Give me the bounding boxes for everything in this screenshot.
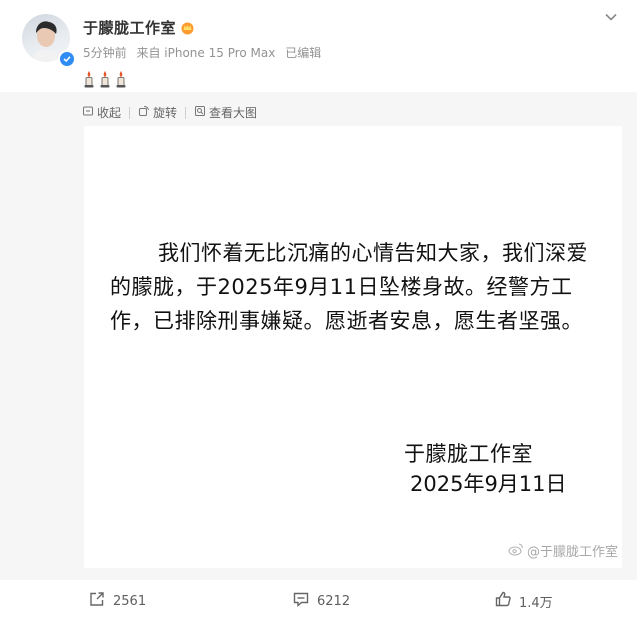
repost-button[interactable]: 2561 xyxy=(88,590,146,612)
statement-text: 我们怀着无比沉痛的心情告知大家，我们深爱的朦胧，于2025年9月11日坠楼身故。… xyxy=(110,241,588,333)
crown-badge-icon[interactable] xyxy=(180,20,195,35)
author-name[interactable]: 于朦胧工作室 xyxy=(83,17,176,38)
candle-emoji-icon xyxy=(82,70,96,92)
weibo-logo-icon xyxy=(508,542,524,560)
post-meta: 5分钟前 来自 iPhone 15 Pro Max 已编辑 xyxy=(83,44,327,61)
image-watermark: @于朦胧工作室 xyxy=(508,541,618,560)
watermark-text: @于朦胧工作室 xyxy=(526,545,618,560)
weibo-post-card: 于朦胧工作室 5分钟前 来自 iPhone 15 Pro Max 已编辑 收起 … xyxy=(0,0,637,618)
comment-button[interactable]: 6212 xyxy=(292,590,350,612)
post-source: 来自 iPhone 15 Pro Max xyxy=(136,46,276,60)
like-button[interactable]: 1.4万 xyxy=(494,590,553,612)
repost-count: 2561 xyxy=(113,593,147,609)
view-large-label: 查看大图 xyxy=(209,106,258,120)
post-content-emojis xyxy=(82,70,128,92)
author-row: 于朦胧工作室 xyxy=(83,17,195,38)
post-time[interactable]: 5分钟前 xyxy=(83,46,127,60)
thumbs-up-icon xyxy=(494,590,512,612)
image-toolbar: 收起 旋转 查看大图 xyxy=(82,104,257,121)
candle-emoji-icon xyxy=(98,70,112,92)
candle-emoji-icon xyxy=(114,70,128,92)
comment-count: 6212 xyxy=(317,593,351,609)
share-icon xyxy=(88,590,106,612)
signature-date: 2025年9月11日 xyxy=(410,472,567,496)
signature-name: 于朦胧工作室 xyxy=(404,442,533,466)
collapse-button[interactable]: 收起 xyxy=(82,104,121,121)
magnify-icon xyxy=(194,105,206,120)
chevron-down-icon[interactable] xyxy=(603,9,619,25)
collapse-icon xyxy=(82,105,94,120)
rotate-label: 旋转 xyxy=(153,106,178,120)
comment-icon xyxy=(292,590,310,612)
rotate-icon xyxy=(138,105,150,120)
post-image[interactable]: 我们怀着无比沉痛的心情告知大家，我们深爱的朦胧，于2025年9月11日坠楼身故。… xyxy=(84,126,622,568)
collapse-label: 收起 xyxy=(97,106,122,120)
toolbar-divider xyxy=(129,106,131,119)
edited-label[interactable]: 已编辑 xyxy=(285,46,321,60)
media-area: 收起 旋转 查看大图 我们怀着无比沉痛的心情告知大家，我们深爱的朦胧，于2025… xyxy=(0,92,637,580)
action-bar: 2561 6212 1.4万 xyxy=(0,584,637,616)
view-large-button[interactable]: 查看大图 xyxy=(194,104,257,121)
rotate-button[interactable]: 旋转 xyxy=(138,104,177,121)
like-count: 1.4万 xyxy=(519,595,553,611)
toolbar-divider xyxy=(185,106,187,119)
verified-badge-icon xyxy=(58,50,76,68)
